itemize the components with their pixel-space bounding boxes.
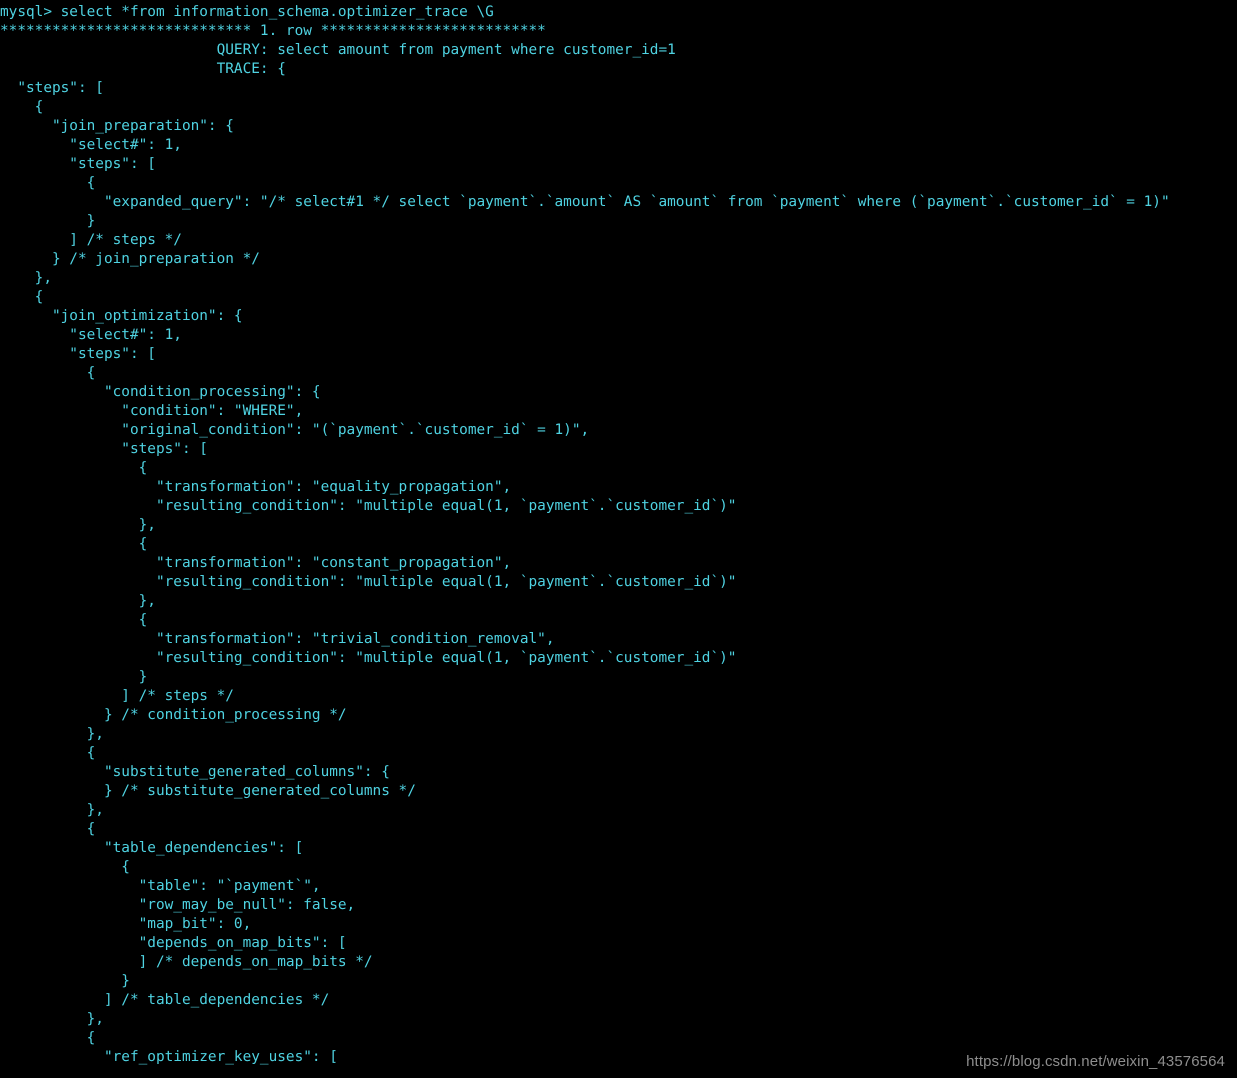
- terminal-line: mysql> select *from information_schema.o…: [0, 4, 494, 20]
- terminal-line: "depends_on_map_bits": [: [0, 935, 347, 951]
- terminal-line: "map_bit": 0,: [0, 916, 252, 932]
- terminal-line: "table_dependencies": [: [0, 840, 304, 856]
- terminal-line: "condition": "WHERE",: [0, 403, 304, 419]
- terminal-line: {: [0, 99, 44, 115]
- terminal-line: {: [0, 289, 44, 305]
- terminal-line: "transformation": "constant_propagation"…: [0, 555, 512, 571]
- terminal-line: "resulting_condition": "multiple equal(1…: [0, 574, 737, 590]
- watermark-text: https://blog.csdn.net/weixin_43576564: [966, 1053, 1225, 1070]
- terminal-line: }: [0, 213, 96, 229]
- terminal-line: "table": "`payment`",: [0, 878, 321, 894]
- terminal-line: "expanded_query": "/* select#1 */ select…: [0, 194, 1170, 210]
- terminal-line: "resulting_condition": "multiple equal(1…: [0, 650, 737, 666]
- terminal-line: ] /* steps */: [0, 688, 234, 704]
- terminal-line: },: [0, 802, 104, 818]
- terminal-line: "select#": 1,: [0, 327, 182, 343]
- terminal-window[interactable]: mysql> select *from information_schema.o…: [0, 0, 1237, 1078]
- terminal-line: "steps": [: [0, 441, 208, 457]
- terminal-line: "original_condition": "(`payment`.`custo…: [0, 422, 590, 438]
- terminal-line: ] /* depends_on_map_bits */: [0, 954, 373, 970]
- terminal-line: {: [0, 365, 96, 381]
- terminal-line: "select#": 1,: [0, 137, 182, 153]
- terminal-line: {: [0, 859, 130, 875]
- terminal-line: {: [0, 536, 148, 552]
- terminal-line: },: [0, 593, 156, 609]
- terminal-line: } /* substitute_generated_columns */: [0, 783, 416, 799]
- terminal-line: "join_optimization": {: [0, 308, 243, 324]
- terminal-line: "resulting_condition": "multiple equal(1…: [0, 498, 737, 514]
- terminal-line: {: [0, 175, 96, 191]
- terminal-line: ] /* steps */: [0, 232, 182, 248]
- terminal-line: ] /* table_dependencies */: [0, 992, 330, 1008]
- terminal-output[interactable]: mysql> select *from information_schema.o…: [0, 3, 1237, 1067]
- terminal-line: {: [0, 821, 96, 837]
- terminal-line: } /* condition_processing */: [0, 707, 347, 723]
- terminal-line: {: [0, 612, 148, 628]
- terminal-line: }: [0, 973, 130, 989]
- terminal-line: "transformation": "trivial_condition_rem…: [0, 631, 555, 647]
- terminal-line: "transformation": "equality_propagation"…: [0, 479, 512, 495]
- terminal-line: "steps": [: [0, 80, 104, 96]
- terminal-line: "substitute_generated_columns": {: [0, 764, 390, 780]
- terminal-line: "row_may_be_null": false,: [0, 897, 356, 913]
- terminal-line: {: [0, 460, 148, 476]
- terminal-line: "condition_processing": {: [0, 384, 321, 400]
- terminal-line: "steps": [: [0, 156, 156, 172]
- terminal-line: },: [0, 270, 52, 286]
- terminal-line: {: [0, 745, 96, 761]
- terminal-line: "join_preparation": {: [0, 118, 234, 134]
- terminal-line: }: [0, 669, 148, 685]
- terminal-line: },: [0, 517, 156, 533]
- terminal-line: TRACE: {: [0, 61, 286, 77]
- terminal-line: QUERY: select amount from payment where …: [0, 42, 676, 58]
- terminal-line: } /* join_preparation */: [0, 251, 260, 267]
- terminal-line: "steps": [: [0, 346, 156, 362]
- terminal-line: },: [0, 726, 104, 742]
- terminal-line: ***************************** 1. row ***…: [0, 23, 546, 39]
- terminal-line: {: [0, 1030, 96, 1046]
- terminal-line: },: [0, 1011, 104, 1027]
